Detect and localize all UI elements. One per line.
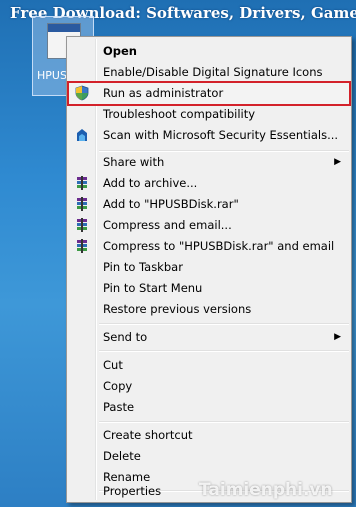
menu-item-create-shortcut[interactable]: Create shortcut xyxy=(69,425,349,446)
submenu-arrow-icon: ▶ xyxy=(334,157,341,167)
menu-item-label: Pin to Taskbar xyxy=(103,260,183,274)
menu-item-label: Troubleshoot compatibility xyxy=(103,107,256,121)
menu-item-label: Share with xyxy=(103,155,165,169)
menu-item-label: Create shortcut xyxy=(103,428,193,442)
menu-item-label: Compress to "HPUSBDisk.rar" and email xyxy=(103,239,335,253)
menu-item-label: Copy xyxy=(103,379,133,393)
menu-item-label: Send to xyxy=(103,330,148,344)
menu-item-label: Open xyxy=(103,44,137,58)
menu-item-label: Add to "HPUSBDisk.rar" xyxy=(103,197,239,211)
menu-item-label: Add to archive... xyxy=(103,176,198,190)
menu-item-label: Run as administrator xyxy=(103,86,224,100)
uac-shield-icon xyxy=(74,85,90,101)
menu-item-label: Scan with Microsoft Security Essentials.… xyxy=(103,128,339,142)
winrar-icon xyxy=(74,238,90,254)
menu-item-compress-email[interactable]: Compress and email... xyxy=(69,215,349,236)
menu-item-add-to-archive[interactable]: Add to archive... xyxy=(69,173,349,194)
menu-item-troubleshoot[interactable]: Troubleshoot compatibility xyxy=(69,104,349,125)
menu-item-label: Pin to Start Menu xyxy=(103,281,203,295)
menu-item-compress-to-rar-email[interactable]: Compress to "HPUSBDisk.rar" and email xyxy=(69,236,349,257)
menu-separator xyxy=(99,350,349,352)
menu-item-run-as-administrator[interactable]: Run as administrator xyxy=(67,81,351,106)
menu-item-label: Restore previous versions xyxy=(103,302,252,316)
winrar-icon xyxy=(74,175,90,191)
menu-item-label: Compress and email... xyxy=(103,218,232,232)
security-essentials-icon xyxy=(74,127,90,143)
menu-item-label: Paste xyxy=(103,400,135,414)
winrar-icon xyxy=(74,196,90,212)
menu-item-send-to[interactable]: Send to ▶ xyxy=(69,327,349,348)
watermark-logo: Taimienphi.vn xyxy=(199,480,333,500)
menu-item-label: Delete xyxy=(103,449,141,463)
menu-item-open[interactable]: Open xyxy=(69,41,349,62)
menu-item-label: Cut xyxy=(103,358,123,372)
menu-item-paste[interactable]: Paste xyxy=(69,397,349,418)
menu-item-add-to-rar[interactable]: Add to "HPUSBDisk.rar" xyxy=(69,194,349,215)
winrar-icon xyxy=(74,217,90,233)
submenu-arrow-icon: ▶ xyxy=(334,332,341,342)
menu-item-delete[interactable]: Delete xyxy=(69,446,349,467)
context-menu: Open Enable/Disable Digital Signature Ic… xyxy=(66,36,352,503)
menu-item-label: Properties xyxy=(103,484,162,498)
menu-separator xyxy=(99,421,349,423)
menu-item-restore-versions[interactable]: Restore previous versions xyxy=(69,299,349,320)
menu-item-scan-mse[interactable]: Scan with Microsoft Security Essentials.… xyxy=(69,125,349,146)
menu-item-digital-signature[interactable]: Enable/Disable Digital Signature Icons xyxy=(69,62,349,83)
menu-item-label: Enable/Disable Digital Signature Icons xyxy=(103,65,323,79)
menu-item-pin-taskbar[interactable]: Pin to Taskbar xyxy=(69,257,349,278)
menu-item-copy[interactable]: Copy xyxy=(69,376,349,397)
menu-item-cut[interactable]: Cut xyxy=(69,355,349,376)
menu-item-pin-start-menu[interactable]: Pin to Start Menu xyxy=(69,278,349,299)
menu-separator xyxy=(99,323,349,325)
menu-item-share-with[interactable]: Share with ▶ xyxy=(69,152,349,173)
